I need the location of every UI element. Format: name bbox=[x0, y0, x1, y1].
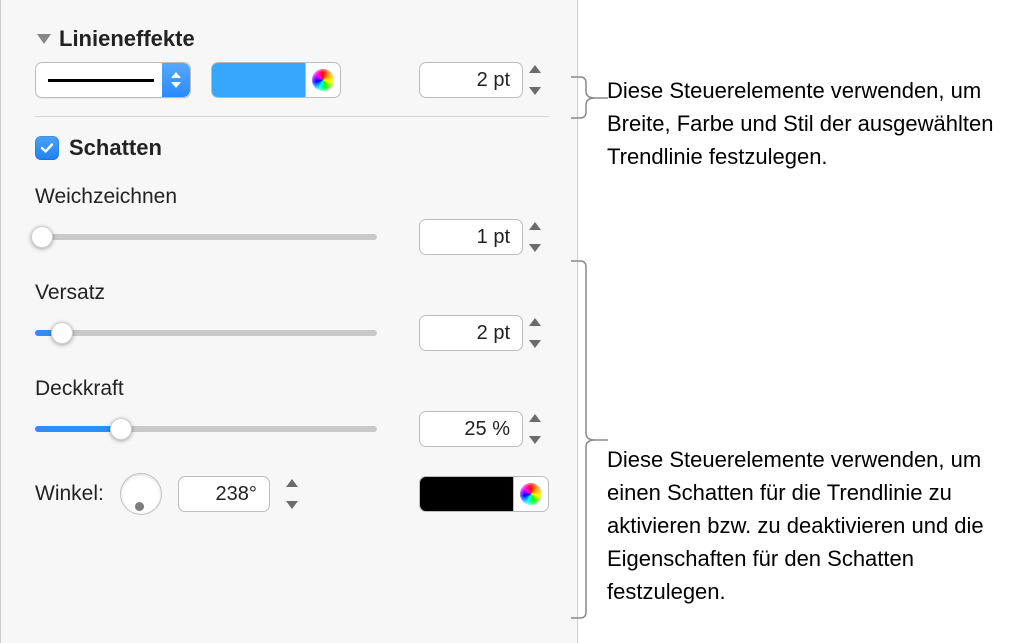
offset-stepper: 2 pt bbox=[419, 315, 549, 351]
stepper-up-icon[interactable] bbox=[529, 222, 541, 230]
blur-stepper-buttons[interactable] bbox=[529, 219, 549, 255]
blur-label: Weichzeichnen bbox=[35, 185, 549, 209]
callout-shadow-controls: Diese Steuerelemente verwenden, um einen… bbox=[607, 443, 1007, 608]
line-effects-title: Linieneffekte bbox=[59, 26, 195, 52]
stepper-down-icon[interactable] bbox=[286, 501, 298, 509]
shadow-title: Schatten bbox=[69, 135, 162, 161]
stepper-down-icon[interactable] bbox=[529, 436, 541, 444]
stepper-up-icon[interactable] bbox=[286, 479, 298, 487]
offset-field[interactable]: 2 pt bbox=[419, 315, 523, 351]
line-style-preview-icon bbox=[48, 79, 154, 82]
line-color-well[interactable] bbox=[211, 62, 305, 98]
callout-line-controls: Diese Steuerelemente verwenden, um Breit… bbox=[607, 74, 1007, 173]
line-color-control bbox=[211, 62, 341, 98]
angle-stepper-buttons[interactable] bbox=[286, 476, 306, 512]
section-divider bbox=[35, 116, 549, 117]
opacity-stepper: 25 % bbox=[419, 411, 549, 447]
stepper-down-icon[interactable] bbox=[529, 87, 541, 95]
callout-bracket-icon bbox=[570, 260, 610, 620]
line-color-picker-button[interactable] bbox=[305, 62, 341, 98]
stepper-up-icon[interactable] bbox=[529, 318, 541, 326]
line-style-row: 2 pt bbox=[35, 62, 549, 98]
opacity-field[interactable]: 25 % bbox=[419, 411, 523, 447]
angle-label: Winkel: bbox=[35, 482, 104, 506]
line-width-field[interactable]: 2 pt bbox=[419, 62, 523, 98]
blur-slider[interactable] bbox=[35, 227, 377, 247]
stepper-up-icon[interactable] bbox=[529, 414, 541, 422]
angle-row: Winkel: 238° bbox=[35, 473, 549, 515]
stepper-up-icon[interactable] bbox=[529, 65, 541, 73]
line-width-stepper: 2 pt bbox=[419, 62, 549, 98]
checkmark-icon bbox=[39, 140, 55, 156]
opacity-row: 25 % bbox=[35, 411, 549, 447]
stepper-down-icon[interactable] bbox=[529, 244, 541, 252]
popup-arrows-icon bbox=[162, 63, 190, 97]
line-style-popup[interactable] bbox=[35, 62, 191, 98]
color-wheel-icon bbox=[520, 483, 542, 505]
shadow-checkbox[interactable] bbox=[35, 136, 59, 160]
angle-field[interactable]: 238° bbox=[178, 476, 270, 512]
shadow-color-well[interactable] bbox=[419, 476, 513, 512]
angle-dial[interactable] bbox=[120, 473, 162, 515]
color-wheel-icon bbox=[312, 69, 334, 91]
offset-row: 2 pt bbox=[35, 315, 549, 351]
shadow-color-picker-button[interactable] bbox=[513, 476, 549, 512]
offset-stepper-buttons[interactable] bbox=[529, 315, 549, 351]
callout-bracket-icon bbox=[570, 76, 610, 120]
blur-stepper: 1 pt bbox=[419, 219, 549, 255]
line-effects-section-header[interactable]: Linieneffekte bbox=[37, 26, 549, 52]
angle-indicator-icon bbox=[135, 502, 144, 511]
offset-slider[interactable] bbox=[35, 323, 377, 343]
opacity-label: Deckkraft bbox=[35, 377, 549, 401]
blur-field[interactable]: 1 pt bbox=[419, 219, 523, 255]
opacity-stepper-buttons[interactable] bbox=[529, 411, 549, 447]
shadow-color-control bbox=[419, 476, 549, 512]
blur-row: 1 pt bbox=[35, 219, 549, 255]
disclosure-triangle-icon bbox=[37, 34, 51, 44]
offset-label: Versatz bbox=[35, 281, 549, 305]
shadow-checkbox-row[interactable]: Schatten bbox=[35, 135, 549, 161]
inspector-panel: Linieneffekte 2 pt bbox=[0, 0, 578, 643]
stepper-down-icon[interactable] bbox=[529, 340, 541, 348]
opacity-slider[interactable] bbox=[35, 419, 377, 439]
line-width-stepper-buttons[interactable] bbox=[529, 62, 549, 98]
